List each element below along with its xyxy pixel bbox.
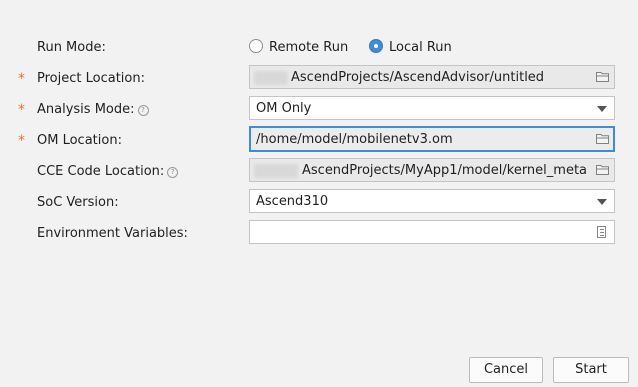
folder-icon[interactable] — [596, 133, 609, 144]
start-button[interactable]: Start — [553, 357, 629, 383]
redacted-path — [254, 164, 298, 178]
cce-code-location-row: CCE Code Location:? AscendProjects/MyApp… — [0, 158, 638, 186]
project-location-value: AscendProjects/AscendAdvisor/untitled — [291, 70, 545, 85]
project-location-field[interactable]: AscendProjects/AscendAdvisor/untitled — [249, 65, 615, 89]
project-location-label: Project Location: — [37, 71, 145, 86]
required-marker: * — [18, 71, 25, 87]
om-location-field[interactable]: /home/model/mobilenetv3.om — [249, 126, 615, 152]
environment-variables-row: Environment Variables: — [0, 220, 638, 248]
soc-version-row: SoC Version: Ascend310 — [0, 189, 638, 217]
soc-version-value: Ascend310 — [256, 194, 329, 209]
chevron-down-icon[interactable] — [597, 106, 607, 112]
om-location-row: * OM Location: /home/model/mobilenetv3.o… — [0, 126, 638, 155]
cce-code-location-label: CCE Code Location:? — [37, 164, 179, 179]
redacted-path — [254, 71, 288, 85]
run-mode-label: Run Mode: — [37, 40, 106, 55]
run-mode-row: Run Mode: Remote Run Local Run — [0, 34, 638, 62]
analysis-mode-label-text: Analysis Mode: — [37, 102, 135, 117]
analysis-mode-select[interactable]: OM Only — [249, 96, 615, 120]
folder-icon[interactable] — [596, 71, 609, 82]
folder-icon[interactable] — [596, 164, 609, 175]
help-icon[interactable]: ? — [137, 105, 149, 116]
local-run-label[interactable]: Local Run — [389, 40, 452, 55]
om-location-value: /home/model/mobilenetv3.om — [256, 132, 453, 147]
cancel-button[interactable]: Cancel — [469, 357, 543, 383]
cce-code-location-value: AscendProjects/MyApp1/model/kernel_meta — [302, 163, 588, 178]
local-run-radio[interactable] — [369, 39, 383, 53]
cce-code-location-field[interactable]: AscendProjects/MyApp1/model/kernel_meta — [249, 158, 615, 182]
chevron-down-icon[interactable] — [597, 199, 607, 205]
soc-version-label: SoC Version: — [37, 195, 119, 210]
cce-code-location-label-text: CCE Code Location: — [37, 164, 165, 179]
required-marker: * — [18, 102, 25, 118]
analysis-mode-value: OM Only — [256, 101, 312, 116]
project-location-row: * Project Location: AscendProjects/Ascen… — [0, 65, 638, 93]
environment-variables-label: Environment Variables: — [37, 226, 188, 241]
required-marker: * — [18, 133, 25, 149]
remote-run-radio[interactable] — [249, 39, 263, 53]
environment-variables-field[interactable] — [249, 220, 615, 244]
analysis-mode-row: * Analysis Mode:? OM Only — [0, 96, 638, 124]
om-location-label: OM Location: — [37, 133, 122, 148]
soc-version-select[interactable]: Ascend310 — [249, 189, 615, 213]
help-icon[interactable]: ? — [167, 167, 179, 178]
remote-run-label[interactable]: Remote Run — [269, 40, 348, 55]
analysis-mode-label: Analysis Mode:? — [37, 102, 149, 117]
document-icon[interactable] — [597, 226, 606, 238]
